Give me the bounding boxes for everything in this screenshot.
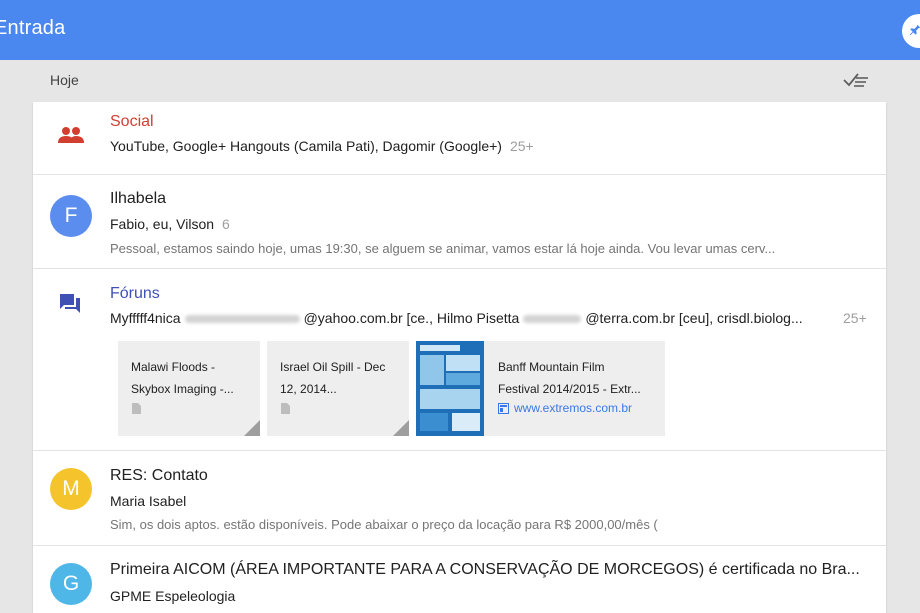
item-title: RES: Contato	[110, 467, 208, 484]
card-title-line: Israel Oil Spill - Dec	[280, 360, 386, 374]
senders-mid: @yahoo.com.br [ce., Hilmo Pisetta	[303, 310, 520, 326]
item-senders: Fabio, eu, Vilson 6	[110, 216, 230, 232]
card-link[interactable]: www.extremos.com.br	[498, 401, 632, 415]
web-icon	[498, 403, 509, 414]
item-senders: GPME Espeleologia	[110, 588, 236, 604]
senders-end: @terra.com.br [ceu], crisdl.biolog...	[585, 310, 803, 326]
inbox-list: Social YouTube, Google+ Hangouts (Camila…	[33, 102, 886, 613]
item-snippet: Sim, os dois aptos. estão disponíveis. P…	[110, 517, 658, 532]
avatar: F	[50, 195, 92, 237]
avatar: G	[50, 563, 92, 605]
link-thumbnail	[416, 341, 484, 436]
item-senders: YouTube, Google+ Hangouts (Camila Pati),…	[110, 138, 534, 154]
message-count: 25+	[509, 138, 534, 154]
card-fold	[244, 420, 260, 436]
thread-ilhabela[interactable]: F Ilhabela Fabio, eu, Vilson 6 Pessoal, e…	[33, 175, 886, 269]
thread-aicom[interactable]: G Primeira AICOM (ÁREA IMPORTANTE PARA A…	[33, 546, 886, 613]
item-snippet: Pessoal, estamos saindo hoje, umas 19:30…	[110, 241, 776, 256]
redacted-email	[184, 315, 300, 324]
app-bar: Entrada	[0, 0, 920, 60]
card-title-line: Banff Mountain Film	[498, 360, 605, 374]
item-senders: Maria Isabel	[110, 493, 187, 509]
app-title: Entrada	[0, 17, 66, 39]
item-senders: Myfffff4nica @yahoo.com.br [ce., Hilmo Pi…	[110, 310, 803, 326]
item-title: Fóruns	[110, 285, 160, 302]
senders-text: Fabio, eu, Vilson	[110, 216, 215, 232]
pin-icon	[909, 24, 920, 36]
card-title: Israel Oil Spill - Dec 12, 2014...	[280, 356, 385, 400]
people-icon	[58, 127, 84, 143]
thumbnail-image	[416, 341, 484, 436]
card-title-line: Skybox Imaging -...	[131, 382, 234, 396]
bundle-social[interactable]: Social YouTube, Google+ Hangouts (Camila…	[33, 102, 886, 175]
item-title: Social	[110, 113, 154, 130]
message-count: 25+	[843, 310, 867, 326]
card-title-line: Festival 2014/2015 - Extr...	[498, 382, 641, 396]
attachment-card[interactable]: Israel Oil Spill - Dec 12, 2014...	[267, 341, 409, 436]
message-count: 6	[222, 216, 230, 232]
sweep-done-icon[interactable]	[842, 70, 870, 90]
card-title-line: Malawi Floods -	[131, 360, 216, 374]
senders-text: YouTube, Google+ Hangouts (Camila Pati),…	[110, 138, 502, 154]
pin-button[interactable]	[902, 14, 920, 48]
file-icon	[132, 403, 141, 414]
card-title: Malawi Floods - Skybox Imaging -...	[131, 356, 234, 400]
forum-icon	[60, 294, 80, 313]
thread-contato[interactable]: M RES: Contato Maria Isabel Sim, os dois…	[33, 451, 886, 546]
item-title: Ilhabela	[110, 190, 167, 207]
senders-start: Myfffff4nica	[110, 310, 181, 326]
card-title-line: 12, 2014...	[280, 382, 337, 396]
attachment-card[interactable]: Malawi Floods - Skybox Imaging -...	[118, 341, 260, 436]
card-fold	[393, 420, 409, 436]
section-header-today: Hoje	[50, 72, 79, 88]
card-title: Banff Mountain Film Festival 2014/2015 -…	[498, 356, 641, 400]
item-title: Primeira AICOM (ÁREA IMPORTANTE PARA A C…	[110, 561, 860, 578]
redacted-email	[523, 315, 582, 324]
link-card[interactable]: Banff Mountain Film Festival 2014/2015 -…	[416, 341, 665, 436]
file-icon	[281, 403, 290, 414]
avatar: M	[50, 468, 92, 510]
link-url: www.extremos.com.br	[514, 401, 633, 415]
